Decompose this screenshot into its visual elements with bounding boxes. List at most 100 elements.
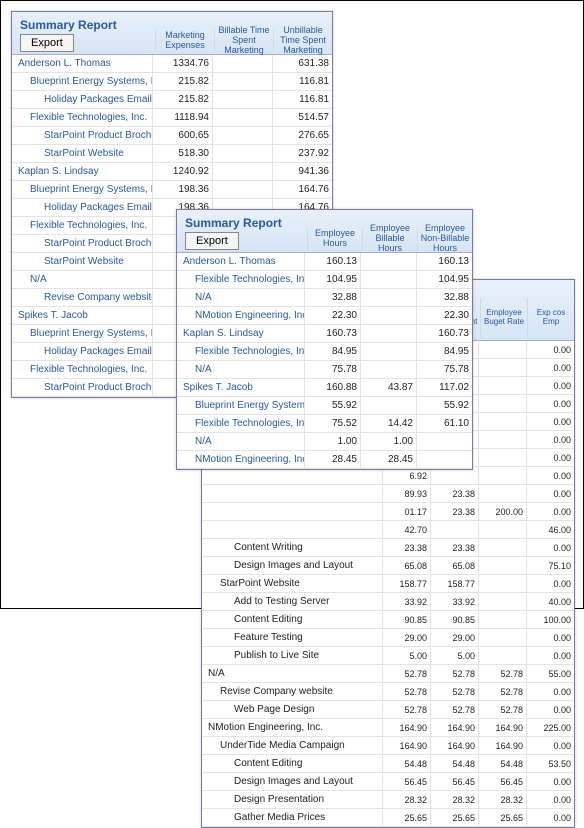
row-label: Content Editing <box>202 755 382 772</box>
cell: 75.10 <box>526 557 574 574</box>
cell: 1.00 <box>360 433 416 450</box>
row-label: Design Images and Layout <box>202 557 382 574</box>
cell: 25.65 <box>430 809 478 826</box>
cell: 90.85 <box>430 611 478 628</box>
cell: 276.65 <box>272 127 332 144</box>
cell: 55.92 <box>304 397 360 414</box>
cell: 56.45 <box>382 773 430 790</box>
cell: 164.90 <box>382 719 430 736</box>
cell <box>478 557 526 574</box>
row-label: Flexible Technologies, Inc. <box>177 271 304 288</box>
cell: 65.08 <box>382 557 430 574</box>
cell: 52.78 <box>430 683 478 700</box>
cell: 22.30 <box>416 307 472 324</box>
cell <box>478 395 526 412</box>
cell <box>478 539 526 556</box>
cell: 25.65 <box>478 809 526 826</box>
cell <box>478 431 526 448</box>
table-row: Flexible Technologies, Inc.75.5214.4261.… <box>177 415 472 433</box>
cell: 160.13 <box>304 253 360 270</box>
cell <box>360 343 416 360</box>
row-label: StarPoint Product Brochure <box>12 235 152 252</box>
row-label: Spikes T. Jacob <box>12 307 152 324</box>
table-row: Publish to Live Site5.005.000.00 <box>202 647 574 665</box>
row-label: Anderson L. Thomas <box>177 253 304 270</box>
table-row: N/A32.8832.88 <box>177 289 472 307</box>
table-row: Feature Testing29.0029.000.00 <box>202 629 574 647</box>
table-row: Flexible Technologies, Inc.84.9584.95 <box>177 343 472 361</box>
cell <box>360 325 416 342</box>
cell <box>360 307 416 324</box>
cell: 32.88 <box>304 289 360 306</box>
table-row: Kaplan S. Lindsay160.73160.73 <box>177 325 472 343</box>
cell: 75.78 <box>416 361 472 378</box>
row-label: Content Editing <box>202 611 382 628</box>
cell: 43.87 <box>360 379 416 396</box>
cell: 0.00 <box>526 503 574 520</box>
cell <box>478 485 526 502</box>
column-header: Employee Buget Rate <box>480 298 527 338</box>
table-row: Revise Company website52.7852.7852.780.0… <box>202 683 574 701</box>
row-label: NMotion Engineering, Inc. <box>202 719 382 736</box>
table-row: NMotion Engineering, Inc.22.3022.30 <box>177 307 472 325</box>
row-label: Blueprint Energy Systems, Inc. <box>177 397 304 414</box>
row-label: Kaplan S. Lindsay <box>177 325 304 342</box>
cell: 23.38 <box>430 503 478 520</box>
row-label: Gather Media Prices <box>202 809 382 826</box>
row-label: Anderson L. Thomas <box>12 55 152 72</box>
row-label: StarPoint Product Brochure <box>12 379 152 396</box>
cell: 0.00 <box>526 359 574 376</box>
row-label: N/A <box>177 433 304 450</box>
cell: 29.00 <box>382 629 430 646</box>
cell <box>430 521 478 538</box>
cell: 104.95 <box>304 271 360 288</box>
cell: 54.48 <box>430 755 478 772</box>
cell: 1.00 <box>304 433 360 450</box>
row-label: Design Images and Layout <box>202 773 382 790</box>
table-row: StarPoint Website158.77158.770.00 <box>202 575 574 593</box>
cell: 1334.76 <box>152 55 212 72</box>
cell: 100.00 <box>526 611 574 628</box>
table-row: Spikes T. Jacob160.8843.87117.02 <box>177 379 472 397</box>
row-label: Blueprint Energy Systems, Inc. <box>12 325 152 342</box>
cell: 52.78 <box>382 665 430 682</box>
table-row: Blueprint Energy Systems, Inc.215.82116.… <box>12 73 332 91</box>
cell <box>360 361 416 378</box>
cell: 631.38 <box>272 55 332 72</box>
cell <box>478 647 526 664</box>
cell: 52.78 <box>478 701 526 718</box>
cell: 52.78 <box>382 701 430 718</box>
cell: 1118.94 <box>152 109 212 126</box>
row-label: N/A <box>202 665 382 682</box>
column-headers: Marketing ExpensesBillable Time Spent Ma… <box>155 30 332 52</box>
export-button[interactable]: Export <box>20 34 74 52</box>
cell: 0.00 <box>526 629 574 646</box>
row-label: N/A <box>12 271 152 288</box>
column-header: Employee Billable Hours <box>362 228 417 250</box>
table-row: Anderson L. Thomas160.13160.13 <box>177 253 472 271</box>
table-row: 89.9323.380.00 <box>202 485 574 503</box>
cell <box>416 433 472 450</box>
table-row: N/A52.7852.7852.7855.00 <box>202 665 574 683</box>
cell <box>478 521 526 538</box>
cell: 0.00 <box>526 377 574 394</box>
cell: 117.02 <box>416 379 472 396</box>
row-label: StarPoint Website <box>12 253 152 270</box>
cell: 33.92 <box>430 593 478 610</box>
cell: 164.90 <box>478 737 526 754</box>
cell: 0.00 <box>526 395 574 412</box>
export-button[interactable]: Export <box>185 232 239 250</box>
cell: 0.00 <box>526 647 574 664</box>
summary-report-2: Summary Report Export Employee HoursEmpl… <box>176 209 473 470</box>
cell: 600.65 <box>152 127 212 144</box>
row-label: N/A <box>177 289 304 306</box>
cell: 55.00 <box>526 665 574 682</box>
table-row: StarPoint Product Brochure600.65276.65 <box>12 127 332 145</box>
column-header: Employee Hours <box>307 228 362 250</box>
cell <box>478 593 526 610</box>
column-header: Employee Non-Billable Hours <box>417 228 472 250</box>
row-label: Design Presentation <box>202 791 382 808</box>
cell: 23.38 <box>430 539 478 556</box>
cell: 164.76 <box>272 181 332 198</box>
cell: 160.88 <box>304 379 360 396</box>
